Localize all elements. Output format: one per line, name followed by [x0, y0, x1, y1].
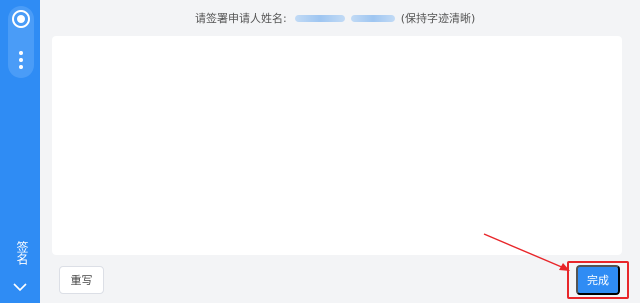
sidebar: 签名 — [0, 0, 40, 303]
instruction-suffix: (保持字迹清晰) — [400, 12, 476, 25]
sidebar-sign-label[interactable]: 签名 — [12, 241, 30, 265]
sidebar-tools — [8, 6, 34, 78]
target-dot — [17, 15, 25, 23]
more-dot — [19, 65, 23, 69]
more-dot — [19, 51, 23, 55]
more-dot — [19, 58, 23, 62]
annotation-arrow — [483, 233, 570, 271]
done-button[interactable]: 完成 — [576, 265, 620, 295]
signature-pad[interactable] — [52, 36, 622, 255]
redacted-name-part — [350, 14, 395, 22]
chevron-down-icon[interactable] — [13, 282, 27, 292]
signature-instruction: 请签署申请人姓名: (保持字迹清晰) — [195, 10, 475, 26]
redacted-name-part — [294, 14, 345, 22]
instruction-prefix: 请签署申请人姓名: — [195, 12, 287, 25]
reset-button[interactable]: 重写 — [59, 266, 104, 294]
target-icon[interactable] — [12, 10, 30, 28]
more-vertical-icon[interactable] — [19, 51, 23, 69]
